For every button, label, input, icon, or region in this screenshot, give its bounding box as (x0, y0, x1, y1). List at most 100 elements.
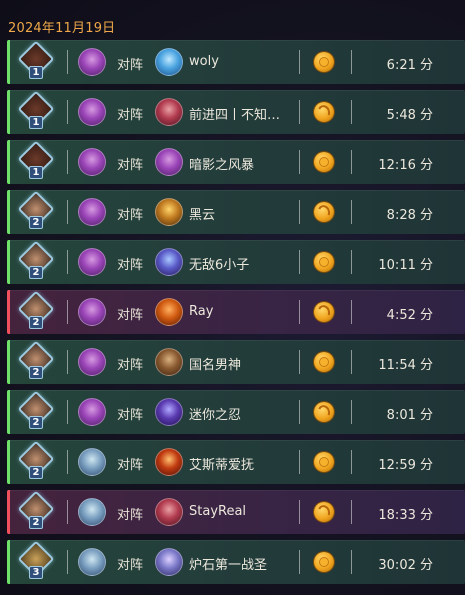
match-row[interactable]: 3 对阵 炉石第一战圣 30:02 分 (7, 540, 465, 584)
match-row[interactable]: 2 对阵 StayReal 18:33 分 (7, 490, 465, 534)
player-hero-avatar (78, 398, 106, 426)
vs-label: 对阵 (117, 208, 144, 223)
opponent-hero-avatar (155, 398, 183, 426)
divider (299, 50, 300, 74)
player-hero-avatar (78, 98, 106, 126)
divider (67, 150, 68, 174)
divider (351, 50, 352, 74)
match-duration: 5:48 分 (386, 108, 433, 123)
match-row[interactable]: 2 对阵 艾斯蒂爱抚 12:59 分 (7, 440, 465, 484)
divider (67, 100, 68, 124)
opponent-hero-avatar (155, 498, 183, 526)
rank-badge: 2 (17, 390, 55, 429)
opponent-name: woly (189, 54, 219, 69)
opponent-name: 黑云 (189, 208, 216, 223)
match-duration: 12:16 分 (378, 158, 433, 173)
rank-badge: 1 (17, 90, 55, 129)
divider (351, 150, 352, 174)
coin-first-icon (314, 252, 334, 272)
player-hero-avatar (78, 198, 106, 226)
result-indicator (7, 290, 10, 334)
match-duration: 4:52 分 (386, 308, 433, 323)
opponent-name: Ray (189, 304, 214, 319)
rank-badge: 2 (17, 490, 55, 529)
player-hero-avatar (78, 498, 106, 526)
opponent-hero-avatar (155, 298, 183, 326)
match-duration: 11:54 分 (378, 358, 433, 373)
match-duration: 6:21 分 (386, 58, 433, 73)
rank-badge: 2 (17, 190, 55, 229)
player-hero-avatar (78, 248, 106, 276)
opponent-name: 艾斯蒂爱抚 (189, 458, 255, 473)
divider (299, 400, 300, 424)
divider (351, 250, 352, 274)
vs-label: 对阵 (117, 308, 144, 323)
divider (299, 250, 300, 274)
rank-badge: 2 (17, 440, 55, 479)
result-indicator (7, 90, 10, 134)
match-duration: 18:33 分 (378, 508, 433, 523)
divider (299, 200, 300, 224)
opponent-name: 前进四丨不知… (189, 108, 281, 123)
vs-label: 对阵 (117, 358, 144, 373)
opponent-name: 无敌6小子 (189, 258, 250, 273)
divider (351, 550, 352, 574)
match-row[interactable]: 2 对阵 黑云 8:28 分 (7, 190, 465, 234)
divider (351, 100, 352, 124)
opponent-name: 炉石第一战圣 (189, 558, 268, 573)
match-row[interactable]: 1 对阵 woly 6:21 分 (7, 40, 465, 84)
divider (67, 350, 68, 374)
divider (351, 500, 352, 524)
result-indicator (7, 340, 10, 384)
opponent-hero-avatar (155, 198, 183, 226)
vs-label: 对阵 (117, 558, 144, 573)
coin-first-icon (314, 552, 334, 572)
match-row[interactable]: 2 对阵 国名男神 11:54 分 (7, 340, 465, 384)
match-row[interactable]: 1 对阵 暗影之风暴 12:16 分 (7, 140, 465, 184)
rank-badge: 3 (17, 540, 55, 579)
vs-label: 对阵 (117, 408, 144, 423)
coin-second-icon (314, 202, 334, 222)
rank-badge: 2 (17, 290, 55, 329)
divider (351, 450, 352, 474)
rank-badge: 2 (17, 240, 55, 279)
divider (351, 350, 352, 374)
divider (351, 300, 352, 324)
divider (67, 250, 68, 274)
opponent-hero-avatar (155, 48, 183, 76)
opponent-hero-avatar (155, 548, 183, 576)
coin-first-icon (314, 152, 334, 172)
coin-second-icon (314, 402, 334, 422)
divider (67, 300, 68, 324)
result-indicator (7, 240, 10, 284)
vs-label: 对阵 (117, 458, 144, 473)
result-indicator (7, 490, 10, 534)
divider (351, 200, 352, 224)
opponent-name: StayReal (189, 504, 247, 519)
player-hero-avatar (78, 298, 106, 326)
opponent-name: 迷你之忍 (189, 408, 242, 423)
match-row[interactable]: 2 对阵 Ray 4:52 分 (7, 290, 465, 334)
result-indicator (7, 390, 10, 434)
divider (351, 400, 352, 424)
player-hero-avatar (78, 348, 106, 376)
divider (299, 100, 300, 124)
opponent-hero-avatar (155, 348, 183, 376)
vs-label: 对阵 (117, 508, 144, 523)
player-hero-avatar (78, 148, 106, 176)
divider (299, 450, 300, 474)
vs-label: 对阵 (117, 58, 144, 73)
match-list: 1 对阵 woly 6:21 分 1 对阵 前进四丨不知… 5:48 分 1 对… (7, 40, 465, 590)
coin-second-icon (314, 502, 334, 522)
match-row[interactable]: 2 对阵 迷你之忍 8:01 分 (7, 390, 465, 434)
coin-first-icon (314, 452, 334, 472)
player-hero-avatar (78, 548, 106, 576)
result-indicator (7, 40, 10, 84)
date-header: 2024年11月19日 (8, 21, 116, 36)
match-row[interactable]: 1 对阵 前进四丨不知… 5:48 分 (7, 90, 465, 134)
rank-badge: 1 (17, 140, 55, 179)
coin-second-icon (314, 102, 334, 122)
result-indicator (7, 440, 10, 484)
divider (67, 400, 68, 424)
match-row[interactable]: 2 对阵 无敌6小子 10:11 分 (7, 240, 465, 284)
